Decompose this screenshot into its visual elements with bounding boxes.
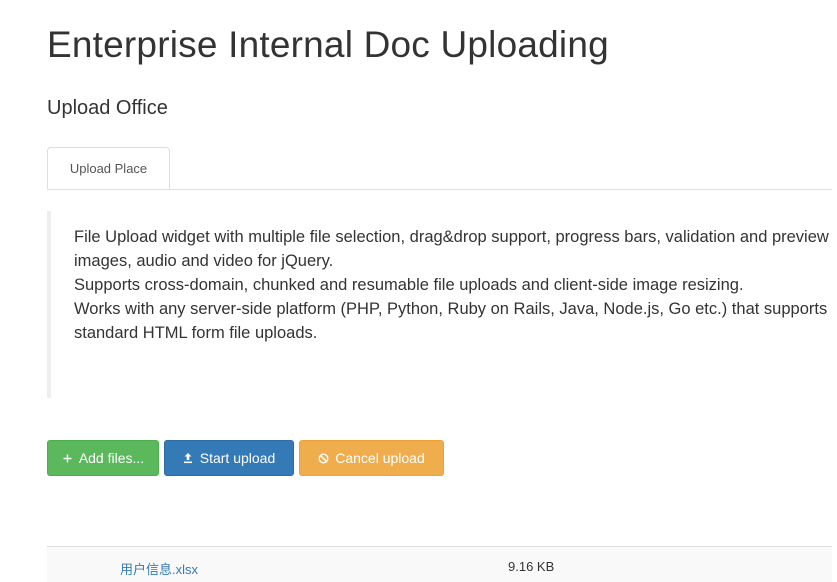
table-row: 用户信息.xlsx 9.16 KB: [47, 547, 832, 582]
start-upload-label: Start upload: [199, 450, 276, 466]
description-blockquote: File Upload widget with multiple file se…: [47, 211, 832, 398]
ban-icon: [318, 452, 329, 464]
start-upload-button[interactable]: Start upload: [164, 440, 294, 476]
description-line: Works with any server-side platform (PHP…: [74, 300, 828, 342]
upload-icon: [183, 452, 194, 464]
plus-icon: [62, 452, 73, 464]
page-subtitle: Upload Office: [47, 97, 168, 119]
tab-upload-place[interactable]: Upload Place: [47, 147, 170, 189]
files-table: 用户信息.xlsx 9.16 KB: [47, 546, 832, 582]
add-files-button[interactable]: Add files...: [47, 440, 159, 476]
file-size: 9.16 KB: [508, 559, 555, 574]
cancel-upload-button[interactable]: Cancel upload: [299, 440, 444, 476]
description-line: Supports cross-domain, chunked and resum…: [74, 276, 744, 294]
page-title: Enterprise Internal Doc Uploading: [47, 24, 609, 65]
tab-bar: Upload Place: [47, 147, 832, 190]
file-name-link[interactable]: 用户信息.xlsx: [120, 559, 198, 578]
description-line: File Upload widget with multiple file se…: [74, 228, 829, 270]
add-files-label: Add files...: [78, 450, 145, 466]
cancel-upload-label: Cancel upload: [335, 450, 425, 466]
